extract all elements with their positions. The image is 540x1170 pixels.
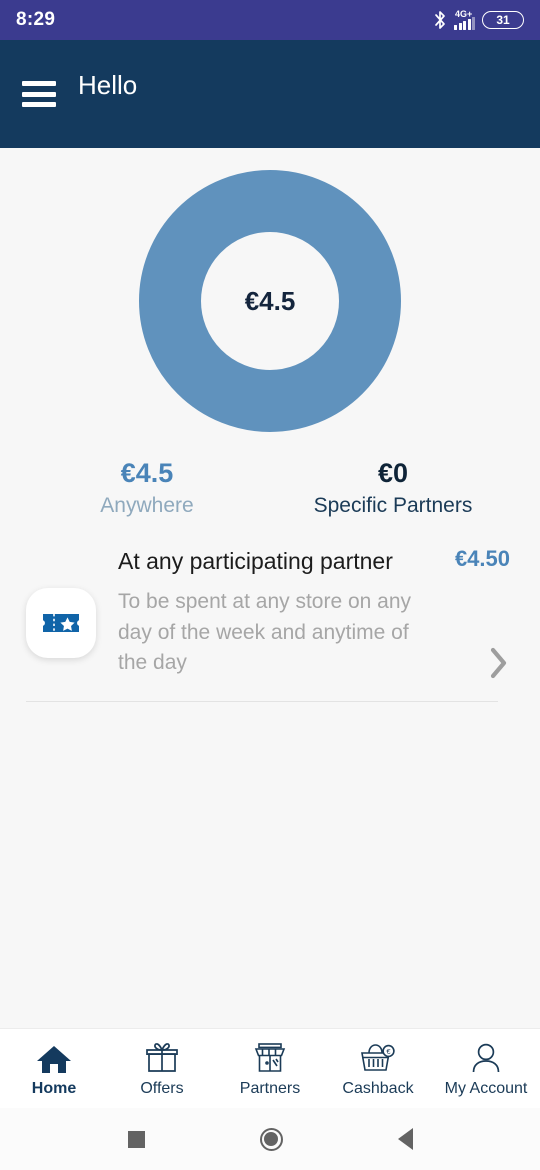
storefront-icon — [253, 1040, 287, 1074]
legend-label-specific-partners: Specific Partners — [313, 494, 473, 518]
nav-label-partners: Partners — [239, 1079, 301, 1097]
main-content: €4.5 €4.5 Anywhere €0 Specific Partners — [0, 148, 540, 1028]
legend-item-anywhere: €4.5 Anywhere — [24, 458, 270, 518]
nav-label-my-account: My Account — [444, 1079, 528, 1097]
signal-icon: 4G+ — [454, 10, 475, 30]
signal-bars — [454, 17, 475, 30]
basket-euro-icon: € — [360, 1040, 396, 1074]
square-recents-icon[interactable] — [127, 1130, 145, 1148]
triangle-back-icon[interactable] — [397, 1128, 413, 1150]
nav-item-partners[interactable]: Partners — [216, 1040, 324, 1098]
status-bar: 8:29 4G+ 31 — [0, 0, 540, 40]
hamburger-menu-icon[interactable] — [22, 81, 56, 107]
chevron-right-icon[interactable] — [488, 646, 510, 685]
voucher-list-item[interactable]: At any participating partner To be spent… — [0, 544, 540, 703]
nav-item-cashback[interactable]: € Cashback — [324, 1040, 432, 1098]
nav-label-offers: Offers — [140, 1079, 184, 1097]
bottom-navigation: Home Offers Partners € Cashback My Accou… — [0, 1028, 540, 1108]
legend-label-anywhere: Anywhere — [100, 494, 194, 518]
ticket-star-icon — [26, 588, 96, 659]
voucher-divider — [26, 701, 498, 703]
voucher-amount: €4.50 — [454, 546, 510, 572]
nav-label-cashback: Cashback — [342, 1079, 414, 1097]
person-icon — [469, 1040, 503, 1074]
voucher-right-block: €4.50 — [434, 544, 510, 685]
donut-center-value: €4.5 — [244, 285, 296, 316]
home-icon — [36, 1040, 72, 1074]
status-icons: 4G+ 31 — [433, 10, 524, 30]
voucher-title: At any participating partner — [118, 548, 393, 575]
donut-chart: €4.5 — [139, 170, 401, 432]
nav-item-home[interactable]: Home — [0, 1040, 108, 1098]
greeting-text: Hello — [78, 69, 138, 100]
voucher-text-block: At any participating partner To be spent… — [118, 544, 434, 678]
bluetooth-icon — [433, 10, 447, 30]
nav-item-my-account[interactable]: My Account — [432, 1040, 540, 1098]
voucher-description: To be spent at any store on any day of t… — [118, 590, 412, 674]
gift-icon — [145, 1040, 179, 1074]
nav-item-offers[interactable]: Offers — [108, 1040, 216, 1098]
phone-screen: 8:29 4G+ 31 Hello €4.5 €4.5 Anywhere €0 … — [0, 0, 540, 1170]
legend-item-specific-partners: €0 Specific Partners — [270, 458, 516, 518]
balance-legend: €4.5 Anywhere €0 Specific Partners — [0, 458, 540, 518]
battery-icon: 31 — [482, 11, 524, 29]
app-bar: Hello — [0, 40, 540, 148]
status-time: 8:29 — [16, 9, 56, 30]
system-navigation-bar — [0, 1108, 540, 1170]
legend-value-anywhere: €4.5 — [120, 458, 174, 488]
circle-home-icon[interactable] — [259, 1127, 283, 1151]
legend-value-specific-partners: €0 — [377, 458, 409, 488]
nav-label-home: Home — [31, 1079, 77, 1097]
balance-chart: €4.5 — [0, 148, 540, 432]
